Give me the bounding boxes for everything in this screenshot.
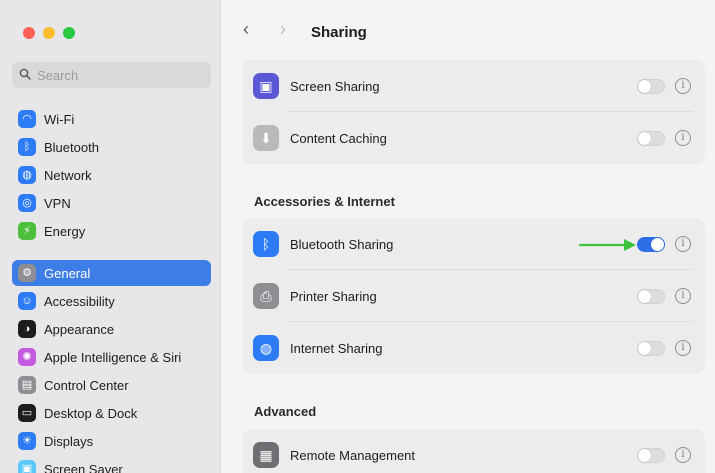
sidebar-item-label: Displays [44,433,94,449]
sidebar-item-vpn[interactable]: ◎ VPN [12,190,211,216]
vpn-globe-icon: ◎ [18,194,36,212]
sidebar-item-apple-intelligence-and-siri[interactable]: ✺ Apple Intelligence & Siri [12,344,211,370]
row-label: Internet Sharing [290,340,383,356]
sidebar-item-label: Desktop & Dock [44,405,138,421]
sun-icon: ☀ [18,432,36,450]
toggle-knob [638,79,651,93]
row-label: Screen Sharing [290,78,380,94]
info-icon[interactable]: i [675,340,691,356]
info-icon[interactable]: i [675,236,691,252]
row-label: Content Caching [290,130,387,146]
section-header-advanced: Advanced [254,404,317,419]
main-pane: ‹ › Sharing ▣ Screen Sharing i ⬇ Content Cac… [222,0,715,473]
siri-icon: ✺ [18,348,36,366]
toolbar: ‹ › Sharing [222,0,715,60]
minimize-window-button[interactable] [43,27,55,39]
screen-sharing-icon: ▣ [253,73,279,99]
row-content-caching: ⬇ Content Caching i [242,112,705,164]
row-label: Printer Sharing [290,288,377,304]
screen-sharing-toggle[interactable] [637,78,665,94]
internet-sharing-icon: ◍ [253,335,279,361]
remote-management-toggle[interactable] [637,447,665,463]
sidebar-item-appearance[interactable]: ◑ Appearance [12,316,211,342]
sidebar-item-bluetooth[interactable]: ᛒ Bluetooth [12,134,211,160]
window-controls [23,27,75,39]
row-printer-sharing: ⎙ Printer Sharing i [242,270,705,322]
remote-management-icon: ▦ [253,442,279,468]
internet-sharing-toggle[interactable] [637,340,665,356]
bluetooth-sharing-icon: ᛒ [253,231,279,257]
toggle-knob [638,289,651,303]
sidebar: ◠ Wi-Fi ᛒ Bluetooth ◍ Network ◎ VPN ⚡ Energy ⚙ Gene… [0,0,221,473]
globe-icon: ◍ [18,166,36,184]
sidebar-item-wi-fi[interactable]: ◠ Wi-Fi [12,106,211,132]
row-internet-sharing: ◍ Internet Sharing i [242,322,705,374]
printer-icon: ⎙ [253,283,279,309]
bluetooth-icon: ᛒ [18,138,36,156]
sidebar-item-general[interactable]: ⚙ General [12,260,211,286]
search-field[interactable] [12,62,211,88]
gear-icon: ⚙ [18,264,36,282]
magnifying-glass-icon [19,68,31,82]
sidebar-item-screen-saver[interactable]: ▣ Screen Saver [12,456,211,473]
sidebar-item-label: Appearance [44,321,115,337]
battery-bolt-icon: ⚡ [18,222,36,240]
accessibility-icon: ☺ [18,292,36,310]
sidebar-item-network[interactable]: ◍ Network [12,162,211,188]
sidebar-item-label: Control Center [44,377,129,393]
wifi-icon: ◠ [18,110,36,128]
settings-group: ▦ Remote Management i [242,429,705,473]
row-label: Remote Management [290,447,416,463]
sidebar-item-label: Screen Saver [44,461,123,473]
sidebar-item-label: Energy [44,223,86,239]
sidebar-item-label: Wi-Fi [44,111,75,127]
sidebar-item-label: Network [44,167,92,183]
zoom-window-button[interactable] [63,27,75,39]
section-header-accessories-and-internet: Accessories & Internet [254,194,395,209]
info-icon[interactable]: i [675,288,691,304]
info-icon[interactable]: i [675,130,691,146]
page-title: Sharing [311,24,367,41]
sidebar-item-accessibility[interactable]: ☺ Accessibility [12,288,211,314]
bluetooth-sharing-toggle[interactable] [637,236,665,252]
forward-button[interactable]: › [280,20,286,38]
annotation-arrow [578,239,636,251]
content-caching-toggle[interactable] [637,130,665,146]
screen-saver-icon: ▣ [18,460,36,473]
sidebar-item-label: VPN [44,195,71,211]
toggle-knob [638,448,651,462]
row-remote-management: ▦ Remote Management i [242,429,705,473]
sidebar-item-label: Apple Intelligence & Siri [44,349,182,365]
sidebar-item-displays[interactable]: ☀ Displays [12,428,211,454]
printer-sharing-toggle[interactable] [637,288,665,304]
sidebar-item-label: Accessibility [44,293,115,309]
row-screen-sharing: ▣ Screen Sharing i [242,60,705,112]
appearance-icon: ◑ [18,320,36,338]
system-settings-window: ◠ Wi-Fi ᛒ Bluetooth ◍ Network ◎ VPN ⚡ Energy ⚙ Gene… [0,0,715,473]
sidebar-item-energy[interactable]: ⚡ Energy [12,218,211,244]
info-icon[interactable]: i [675,447,691,463]
content-caching-icon: ⬇ [253,125,279,151]
search-input[interactable] [37,67,197,83]
dock-icon: ▭ [18,404,36,422]
close-window-button[interactable] [23,27,35,39]
row-label: Bluetooth Sharing [290,236,394,252]
info-icon[interactable]: i [675,78,691,94]
control-center-icon: ▤ [18,376,36,394]
settings-group: ▣ Screen Sharing i ⬇ Content Caching i [242,60,705,164]
toggle-knob [638,131,651,145]
toggle-knob [638,341,651,355]
sidebar-item-desktop-and-dock[interactable]: ▭ Desktop & Dock [12,400,211,426]
back-button[interactable]: ‹ [243,20,249,38]
sidebar-item-control-center[interactable]: ▤ Control Center [12,372,211,398]
sidebar-item-label: General [44,265,91,281]
toggle-knob [651,237,664,251]
sidebar-item-label: Bluetooth [44,139,99,155]
